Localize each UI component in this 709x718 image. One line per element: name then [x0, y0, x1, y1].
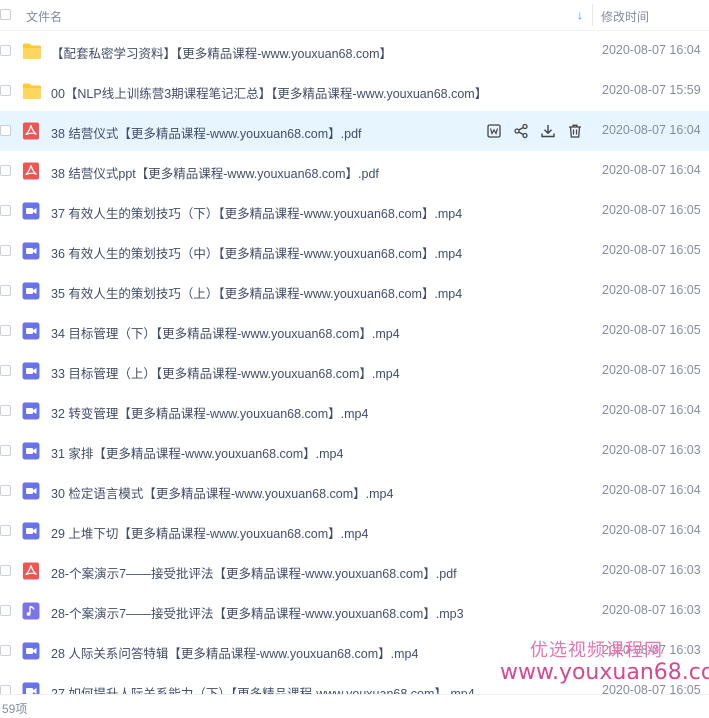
file-row[interactable]: 37 有效人生的策划技巧（下）【更多精品课程-www.youxuan68.com…	[0, 191, 709, 231]
file-name[interactable]: 33 目标管理（上）【更多精品课程-www.youxuan68.com】.mp4	[51, 363, 400, 382]
video-file-icon	[22, 522, 41, 540]
video-file-icon	[22, 282, 41, 300]
file-row[interactable]: 29 上堆下切【更多精品课程-www.youxuan68.com】.mp4 202…	[0, 511, 709, 551]
file-row[interactable]: 00【NLP线上训练营3期课程笔记汇总】【更多精品课程-www.youxuan6…	[0, 71, 709, 111]
file-name[interactable]: 28-个案演示7——接受批评法【更多精品课程-www.youxuan68.com…	[51, 563, 457, 582]
file-row[interactable]: 36 有效人生的策划技巧（中）【更多精品课程-www.youxuan68.com…	[0, 231, 709, 271]
sort-down-icon[interactable]: ↓	[577, 8, 583, 22]
row-checkbox[interactable]	[0, 445, 11, 456]
status-bar: 59项	[0, 694, 709, 718]
file-name[interactable]: 28-个案演示7——接受批评法【更多精品课程-www.youxuan68.com…	[51, 603, 464, 622]
file-row[interactable]: 33 目标管理（上）【更多精品课程-www.youxuan68.com】.mp4…	[0, 351, 709, 391]
file-row[interactable]: 28-个案演示7——接受批评法【更多精品课程-www.youxuan68.com…	[0, 591, 709, 631]
share-icon[interactable]	[513, 123, 529, 139]
row-checkbox[interactable]	[0, 285, 11, 296]
file-name[interactable]: 30 检定语言模式【更多精品课程-www.youxuan68.com】.mp4	[51, 483, 393, 502]
file-name[interactable]: 31 家排【更多精品课程-www.youxuan68.com】.mp4	[51, 443, 343, 462]
video-file-icon	[22, 402, 41, 420]
modified-time: 2020-08-07 16:05	[602, 323, 701, 337]
edit-doc-icon[interactable]	[486, 123, 502, 139]
file-list: 【配套私密学习资料】【更多精品课程-www.youxuan68.com】 2020…	[0, 31, 709, 694]
file-row[interactable]: 38 结营仪式【更多精品课程-www.youxuan68.com】.pdf 202…	[0, 111, 709, 151]
file-name[interactable]: 34 目标管理（下）【更多精品课程-www.youxuan68.com】.mp4	[51, 323, 400, 342]
item-count: 59项	[2, 702, 28, 716]
file-list-header: 文件名 ↓ 修改时间	[0, 0, 709, 31]
file-name[interactable]: 32 转变管理【更多精品课程-www.youxuan68.com】.mp4	[51, 403, 368, 422]
folder-icon	[22, 82, 41, 100]
pdf-file-icon	[22, 162, 41, 180]
file-row[interactable]: 38 结营仪式ppt【更多精品课程-www.youxuan68.com】.pdf…	[0, 151, 709, 191]
file-row[interactable]: 30 检定语言模式【更多精品课程-www.youxuan68.com】.mp4 2…	[0, 471, 709, 511]
modified-time: 2020-08-07 15:59	[602, 83, 701, 97]
modified-time: 2020-08-07 16:03	[602, 563, 701, 577]
pdf-file-icon	[22, 562, 41, 580]
file-name[interactable]: 37 有效人生的策划技巧（下）【更多精品课程-www.youxuan68.com…	[51, 203, 462, 222]
modified-time: 2020-08-07 16:04	[602, 523, 701, 537]
row-checkbox[interactable]	[0, 605, 11, 616]
row-checkbox[interactable]	[0, 565, 11, 576]
file-name[interactable]: 38 结营仪式【更多精品课程-www.youxuan68.com】.pdf	[51, 123, 362, 142]
video-file-icon	[22, 442, 41, 460]
modified-time: 2020-08-07 16:04	[602, 43, 701, 57]
file-name[interactable]: 36 有效人生的策划技巧（中）【更多精品课程-www.youxuan68.com…	[51, 243, 462, 262]
row-checkbox[interactable]	[0, 45, 11, 56]
video-file-icon	[22, 362, 41, 380]
modified-time: 2020-08-07 16:03	[602, 443, 701, 457]
file-name[interactable]: 29 上堆下切【更多精品课程-www.youxuan68.com】.mp4	[51, 523, 368, 542]
select-all-checkbox[interactable]	[0, 9, 11, 23]
file-row[interactable]: 【配套私密学习资料】【更多精品课程-www.youxuan68.com】 2020…	[0, 31, 709, 71]
folder-icon	[22, 42, 41, 60]
modified-time: 2020-08-07 16:04	[602, 483, 701, 497]
file-name[interactable]: 28 人际关系问答特辑【更多精品课程-www.youxuan68.com】.mp…	[51, 643, 418, 662]
row-checkbox[interactable]	[0, 365, 11, 376]
row-checkbox[interactable]	[0, 405, 11, 416]
pdf-file-icon	[22, 122, 41, 140]
row-checkbox[interactable]	[0, 525, 11, 536]
video-file-icon	[22, 322, 41, 340]
row-checkbox[interactable]	[0, 205, 11, 216]
row-checkbox[interactable]	[0, 645, 11, 656]
column-divider[interactable]	[592, 4, 593, 26]
video-file-icon	[22, 682, 41, 694]
file-name[interactable]: 00【NLP线上训练营3期课程笔记汇总】【更多精品课程-www.youxuan6…	[51, 83, 481, 102]
row-checkbox[interactable]	[0, 245, 11, 256]
modified-time: 2020-08-07 16:05	[602, 243, 701, 257]
watermark-title: 优选视频课程网	[530, 640, 663, 660]
video-file-icon	[22, 482, 41, 500]
modified-time: 2020-08-07 16:04	[602, 163, 701, 177]
row-checkbox[interactable]	[0, 325, 11, 336]
modified-time: 2020-08-07 16:05	[602, 203, 701, 217]
modified-time: 2020-08-07 16:04	[602, 123, 701, 137]
file-row[interactable]: 35 有效人生的策划技巧（上）【更多精品课程-www.youxuan68.com…	[0, 271, 709, 311]
file-name[interactable]: 35 有效人生的策划技巧（上）【更多精品课程-www.youxuan68.com…	[51, 283, 462, 302]
file-row[interactable]: 28-个案演示7——接受批评法【更多精品课程-www.youxuan68.com…	[0, 551, 709, 591]
delete-icon[interactable]	[567, 123, 583, 139]
row-checkbox[interactable]	[0, 125, 11, 136]
file-name[interactable]: 【配套私密学习资料】【更多精品课程-www.youxuan68.com】	[51, 43, 392, 62]
file-row[interactable]: 31 家排【更多精品课程-www.youxuan68.com】.mp4 2020-…	[0, 431, 709, 471]
modified-time: 2020-08-07 16:05	[602, 363, 701, 377]
video-file-icon	[22, 642, 41, 660]
modified-time: 2020-08-07 16:04	[602, 403, 701, 417]
audio-file-icon	[22, 602, 41, 620]
watermark-url: www.youxuan68.com	[500, 660, 709, 685]
video-file-icon	[22, 202, 41, 220]
row-checkbox[interactable]	[0, 685, 11, 694]
row-checkbox[interactable]	[0, 85, 11, 96]
video-file-icon	[22, 242, 41, 260]
row-checkbox[interactable]	[0, 165, 11, 176]
modified-time: 2020-08-07 16:03	[602, 603, 701, 617]
file-name[interactable]: 38 结营仪式ppt【更多精品课程-www.youxuan68.com】.pdf	[51, 163, 379, 182]
modified-time: 2020-08-07 16:05	[602, 283, 701, 297]
file-name[interactable]: 27 如何提升人际关系能力（下）【更多精品课程-www.youxuan68.co…	[51, 683, 475, 694]
column-header-time[interactable]: 修改时间	[601, 8, 649, 25]
file-row[interactable]: 32 转变管理【更多精品课程-www.youxuan68.com】.mp4 202…	[0, 391, 709, 431]
column-header-name[interactable]: 文件名	[26, 8, 62, 25]
row-actions	[486, 123, 583, 139]
file-row[interactable]: 34 目标管理（下）【更多精品课程-www.youxuan68.com】.mp4…	[0, 311, 709, 351]
row-checkbox[interactable]	[0, 485, 11, 496]
download-icon[interactable]	[540, 123, 556, 139]
